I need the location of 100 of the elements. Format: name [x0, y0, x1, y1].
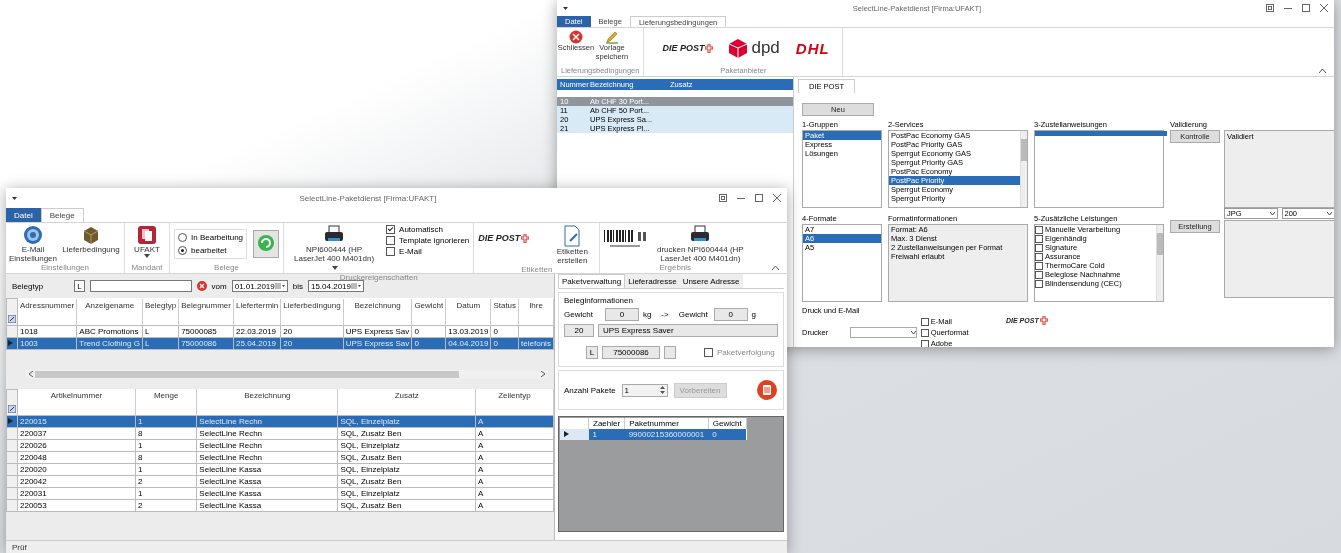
column-header[interactable]: Adressnummer [17, 298, 77, 325]
checkbox[interactable] [1035, 270, 1043, 279]
table-row[interactable]: 220031 1 SelectLine Kassa SQL, Einzelplatz A [6, 487, 554, 500]
checkbox[interactable] [920, 317, 929, 326]
table-row[interactable]: 220015 1 SelectLine Rechn SQL, Einzelplatz A [6, 415, 554, 428]
checkbox[interactable] [386, 247, 396, 256]
column-header[interactable]: Lieferbedingung [280, 298, 344, 325]
dropdown-caret-icon[interactable] [910, 331, 916, 334]
column-header[interactable]: Liefertermin [233, 298, 281, 325]
table-row[interactable]: 220042 2 SelectLine Kassa SQL, Zusatz Ben A [6, 475, 554, 488]
lookup-field[interactable] [664, 346, 676, 359]
checkbox[interactable] [704, 348, 713, 357]
close-icon [569, 30, 583, 44]
table-row[interactable]: 220020 1 SelectLine Kassa SQL, Einzelplatz A [6, 463, 554, 476]
checkbox[interactable] [386, 236, 396, 245]
table-cell: SelectLine Rechn [196, 427, 338, 440]
dropdown-caret-icon[interactable] [1269, 212, 1275, 215]
column-header[interactable]: Zusatz [338, 389, 476, 416]
file-tab[interactable]: Datei [6, 208, 41, 222]
delivery-terms-button[interactable]: Lieferbedingung [62, 225, 120, 255]
window-title: SelectLine-Paketdienst [Firma:UFAKT] [298, 193, 438, 203]
date-field[interactable]: 01.01.2019 [231, 280, 288, 292]
column-header[interactable]: Anzeigename [76, 298, 143, 325]
tab[interactable]: Lieferadresse [625, 274, 680, 288]
column-header[interactable]: Menge [135, 389, 197, 416]
close-icon[interactable] [773, 194, 781, 202]
service-field[interactable]: UPS Express Saver [598, 324, 778, 337]
calendar-dropdown-icon[interactable] [274, 282, 285, 290]
table-row[interactable]: 1003 Trend Clothing G L 75000086 25.04.2019 20 UPS Express Sav 0 04.04.2019 0 telefonis [6, 337, 554, 349]
email-settings-button[interactable]: E-Mail Einstellungen [10, 225, 56, 264]
spinner-arrows-icon[interactable] [659, 386, 665, 394]
checkbox[interactable] [920, 328, 929, 337]
ribbon-tab[interactable]: Belege [40, 208, 84, 222]
column-header[interactable]: Belegtyp [142, 298, 179, 325]
dropdown-caret-icon[interactable] [1327, 212, 1332, 215]
radio-button[interactable] [178, 233, 187, 242]
client-button[interactable]: UFAKT [129, 225, 165, 259]
checkbox[interactable] [1035, 279, 1043, 288]
document-number-field[interactable]: 75000086 [602, 346, 660, 359]
column-header[interactable]: Artikelnummer [17, 389, 136, 416]
close-icon[interactable] [1320, 4, 1328, 12]
scroll-left-icon[interactable] [29, 371, 33, 377]
table-cell: SelectLine Kassa [196, 463, 338, 476]
date-field[interactable]: 15.04.2019 [307, 280, 364, 292]
column-header[interactable]: Datum [445, 298, 491, 325]
printer-button[interactable]: NPI600444 (HP LaserJet 400 M401dn) [288, 225, 381, 273]
status-bar: Prüf [6, 540, 787, 553]
table-cell: L [142, 325, 179, 337]
table-row[interactable]: 220026 1 SelectLine Rechn SQL, Einzelplatz A [6, 439, 554, 452]
calendar-dropdown-icon[interactable] [351, 282, 361, 290]
table-cell: UPS Express Sav [343, 325, 412, 337]
create-labels-button[interactable]: Etiketten erstellen [549, 225, 596, 266]
table-cell: 220053 [17, 499, 136, 512]
scrollbar[interactable] [1020, 131, 1027, 207]
column-header[interactable]: Gewicht [411, 298, 446, 325]
table-cell: 22.03.2019 [233, 325, 281, 337]
checkbox[interactable] [1035, 252, 1043, 261]
column-header[interactable]: Ihre [518, 298, 554, 325]
checkbox[interactable] [920, 339, 929, 347]
collapse-icon[interactable] [772, 266, 779, 270]
column-header[interactable]: Status [490, 298, 519, 325]
refresh-button[interactable] [253, 230, 280, 258]
scroll-right-icon[interactable] [541, 371, 545, 377]
clear-icon[interactable] [196, 281, 207, 291]
radio-button[interactable] [178, 246, 187, 255]
table-cell: SQL, Einzelplatz [338, 439, 476, 452]
checkbox[interactable] [1035, 261, 1043, 270]
column-header[interactable]: Belegnummer [178, 298, 234, 325]
table-row[interactable]: 220048 8 SelectLine Rechn SQL, Zusatz Ben A [6, 451, 554, 464]
column-header[interactable]: Zeilentyp [475, 389, 554, 416]
service-code-field[interactable]: 20 [564, 324, 594, 337]
quick-access-caret-icon[interactable] [563, 6, 568, 10]
table-row[interactable]: 220053 2 SelectLine Kassa SQL, Zusatz Ben A [6, 499, 554, 512]
type-field[interactable]: L [586, 346, 598, 359]
checkbox[interactable] [386, 225, 396, 234]
quick-access-caret-icon[interactable] [12, 196, 17, 200]
scrollbar[interactable] [1156, 225, 1163, 301]
horizontal-scrollbar[interactable] [26, 369, 548, 379]
search-field[interactable] [89, 280, 192, 292]
restore-window-icon[interactable] [719, 194, 727, 202]
tab[interactable]: Unsere Adresse [679, 274, 743, 288]
maximize-icon[interactable] [1302, 4, 1310, 12]
checkbox[interactable] [1035, 225, 1043, 234]
column-header[interactable]: Bezeichnung [196, 389, 338, 416]
weight-field[interactable]: 0 [604, 308, 639, 321]
maximize-icon[interactable] [755, 194, 763, 202]
column-header[interactable]: Bezeichnung [343, 298, 412, 325]
table-row[interactable]: 1 99000215360000001 0 [560, 429, 747, 440]
checkbox[interactable] [1035, 243, 1043, 252]
weight-field[interactable]: 0 [713, 308, 748, 321]
print-button[interactable]: drucken NPI600444 (HP LaserJet 400 M401dn) [654, 225, 747, 264]
tab[interactable]: Paketverwaltung [558, 274, 626, 288]
type-field[interactable]: L [74, 280, 85, 292]
collapse-icon[interactable] [1319, 69, 1326, 73]
table-row[interactable]: 220037 8 SelectLine Rechn SQL, Zusatz Ben A [6, 427, 554, 440]
table-row[interactable]: 1018 ABC Promotions L 75000085 22.03.2019 20 UPS Express Sav 0 13.03.2019 0 [6, 325, 554, 337]
table-cell: ABC Promotions [76, 325, 143, 337]
restore-window-icon[interactable] [1266, 4, 1274, 12]
count-spinner[interactable]: 1 [621, 383, 668, 397]
checkbox[interactable] [1035, 234, 1043, 243]
